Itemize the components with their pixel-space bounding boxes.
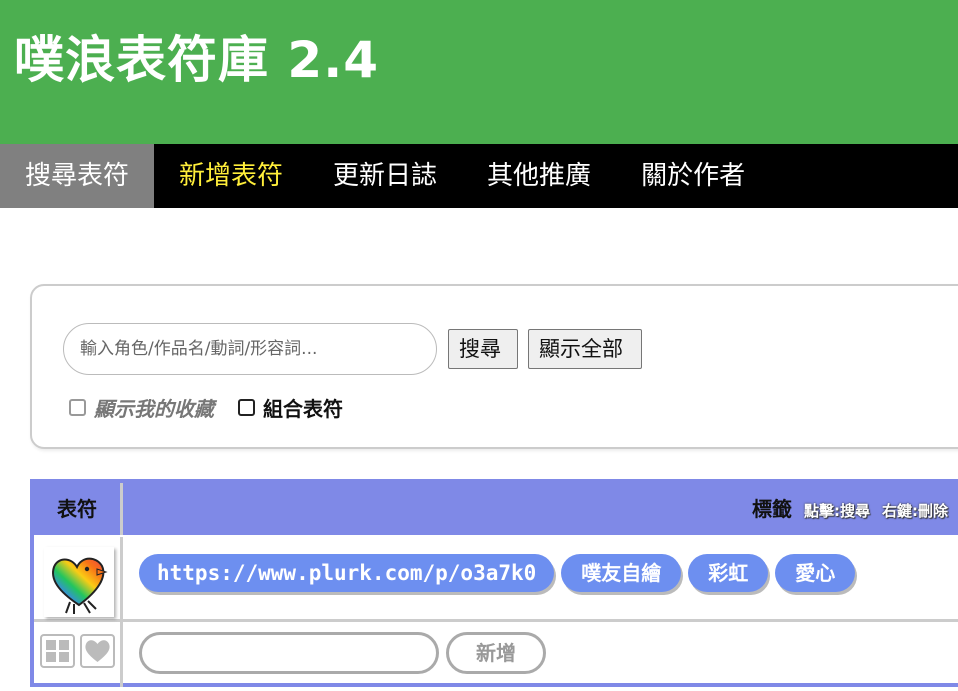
emoji-cell [34, 537, 123, 619]
grid-icon[interactable] [40, 634, 75, 668]
emoji-table: 表符 標籤 點擊:搜尋 右鍵:刪除 https://www.plurk.com/… [30, 479, 958, 687]
rainbow-heart-bird-icon[interactable] [44, 547, 114, 617]
tag-chip[interactable]: https://www.plurk.com/p/o3a7k0 [139, 554, 555, 592]
add-tag-row: 新增 [34, 622, 958, 687]
search-input[interactable] [63, 323, 437, 375]
show-all-button[interactable]: 顯示全部 [528, 329, 642, 369]
tags-header-label: 標籤 [752, 497, 792, 521]
options-row: 顯示我的收藏 組合表符 [69, 393, 343, 422]
nav-item-search-emoji[interactable]: 搜尋表符 [0, 144, 155, 208]
app-header: 噗浪表符庫 2.4 [0, 0, 958, 144]
tag-chip[interactable]: 愛心 [775, 554, 856, 592]
show-favorites-label: 顯示我的收藏 [94, 397, 214, 421]
nav-item-promotion[interactable]: 其他推廣 [462, 144, 616, 208]
tag-list: https://www.plurk.com/p/o3a7k0 噗友自繪 彩虹 愛… [139, 554, 856, 592]
search-panel: 搜尋 顯示全部 顯示我的收藏 組合表符 [30, 284, 958, 449]
show-favorites-checkbox[interactable] [69, 399, 86, 416]
hint-click-search: 點擊:搜尋 [804, 502, 870, 520]
combine-emoji-checkbox[interactable] [238, 399, 255, 416]
row-actions-cell [34, 622, 123, 687]
nav-item-about-author[interactable]: 關於作者 [616, 144, 770, 208]
app-title: 噗浪表符庫 2.4 [14, 31, 379, 89]
add-tag-button[interactable]: 新增 [446, 632, 546, 674]
column-header-emoji: 表符 [34, 483, 123, 535]
combine-emoji-label: 組合表符 [263, 397, 343, 421]
heart-icon[interactable] [80, 634, 115, 668]
tag-chip[interactable]: 噗友自繪 [561, 554, 682, 592]
column-header-tags: 標籤 點擊:搜尋 右鍵:刪除 [752, 483, 948, 535]
table-header: 表符 標籤 點擊:搜尋 右鍵:刪除 [34, 483, 958, 535]
tag-chip[interactable]: 彩虹 [688, 554, 769, 592]
nav-item-add-emoji[interactable]: 新增表符 [154, 144, 308, 208]
nav-item-changelog[interactable]: 更新日誌 [308, 144, 462, 208]
table-row: https://www.plurk.com/p/o3a7k0 噗友自繪 彩虹 愛… [34, 537, 958, 622]
hint-right-click-delete: 右鍵:刪除 [882, 502, 948, 520]
search-button[interactable]: 搜尋 [448, 329, 518, 369]
new-tag-input[interactable] [139, 632, 439, 674]
main-nav: 搜尋表符 新增表符 更新日誌 其他推廣 關於作者 [0, 144, 958, 208]
